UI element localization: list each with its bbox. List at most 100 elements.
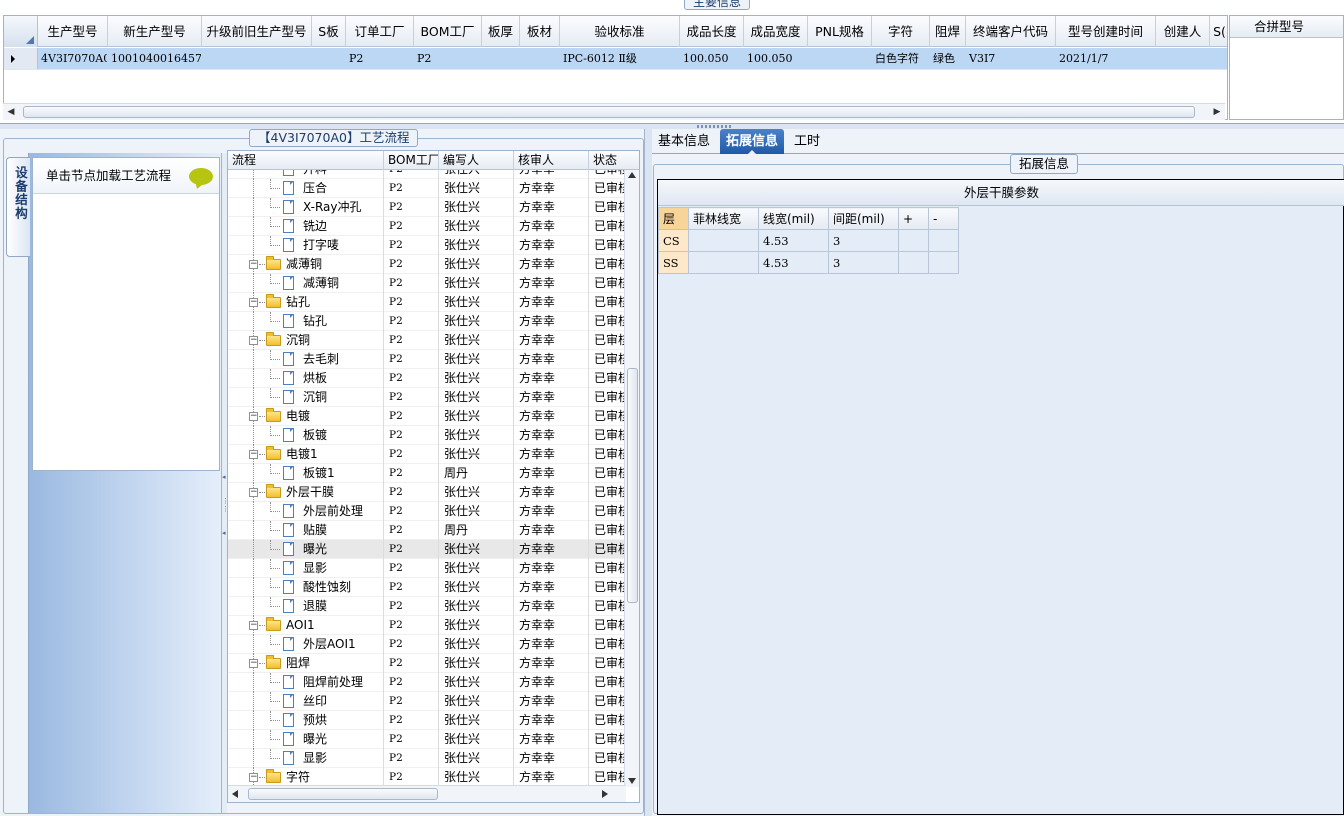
col-header-board-material[interactable]: 板材 [520,16,560,47]
cell-create-time[interactable]: 2021/1/7 [1056,48,1156,70]
film-remove-button[interactable]: - [928,207,959,230]
cell-prod-model[interactable]: 4V3I7070A0 [38,48,108,70]
cell-s-col[interactable] [1210,48,1227,70]
tree-node-cell[interactable]: 去毛刺 [228,350,384,369]
tree-node-cell[interactable]: 曝光 [228,730,384,749]
tree-step-row[interactable]: 外层前处理 P2张仕兴方幸幸已审核 [228,502,626,521]
col-header-order-factory[interactable]: 订单工厂 [346,16,414,47]
col-header-customer-code[interactable]: 终端客户代码 [966,16,1056,47]
tree-folder-row[interactable]: − 钻孔 P2张仕兴方幸幸已审核 [228,293,626,312]
col-header-board-thickness[interactable]: 板厚 [482,16,520,47]
tab-device-structure[interactable]: 设备结构 [6,157,30,257]
tree-node-cell[interactable]: 板镀1 [228,464,384,483]
tree-node-cell[interactable]: 显影 [228,559,384,578]
collapse-icon[interactable]: − [249,336,258,345]
tree-step-row[interactable]: 沉铜 P2张仕兴方幸幸已审核 [228,388,626,407]
add-cell[interactable] [898,251,929,274]
node-hint-header[interactable]: 单击节点加载工艺流程 [33,158,219,194]
cell-solder-mask[interactable]: 绿色 [930,48,966,70]
tree-step-row[interactable]: 板镀 P2张仕兴方幸幸已审核 [228,426,626,445]
col-header-acceptance-std[interactable]: 验收标准 [560,16,680,47]
spacing-cell[interactable]: 3 [828,251,899,274]
cell-creator[interactable] [1156,48,1210,70]
col-header-new-prod-model[interactable]: 新生产型号 [108,16,202,47]
tree-step-row[interactable]: 压合 P2张仕兴方幸幸已审核 [228,179,626,198]
col-header-product-length[interactable]: 成品长度 [680,16,744,47]
table-row[interactable]: SS 4.53 3 [658,251,959,274]
tree-folder-row[interactable]: − AOI1 P2张仕兴方幸幸已审核 [228,616,626,635]
process-tree-grid[interactable]: 流程 BOM工厂 编写人 核审人 状态 开料P2张仕兴方幸幸已审核压合P2张仕兴… [227,150,640,803]
tree-step-row[interactable]: 烘板 P2张仕兴方幸幸已审核 [228,369,626,388]
tree-node-cell[interactable]: 压合 [228,179,384,198]
film-width-cell[interactable] [688,251,759,274]
tree-node-cell[interactable]: − 外层干膜 [228,483,384,502]
tree-step-row[interactable]: 板镀1 P2周丹方幸幸已审核 [228,464,626,483]
col-header-creator[interactable]: 创建人 [1156,16,1210,47]
cell-bom-factory[interactable]: P2 [414,48,482,70]
vertical-splitter[interactable] [644,129,652,816]
tree-node-cell[interactable]: 开料 [228,170,384,179]
tree-step-row[interactable]: 曝光 P2张仕兴方幸幸已审核 [228,730,626,749]
col-header-solder-mask[interactable]: 阻焊 [930,16,966,47]
tree-node-cell[interactable]: − 沉铜 [228,331,384,350]
scroll-down-icon[interactable] [628,778,636,784]
tree-node-cell[interactable]: 钻孔 [228,312,384,331]
row-selector-icon[interactable] [4,48,38,69]
tree-node-cell[interactable]: − 阻焊 [228,654,384,673]
col-header-bom-factory[interactable]: BOM工厂 [414,16,482,47]
tree-node-cell[interactable]: 退膜 [228,597,384,616]
tree-step-row[interactable]: 显影 P2张仕兴方幸幸已审核 [228,749,626,768]
tree-header-bom[interactable]: BOM工厂 [384,151,439,170]
tree-folder-row[interactable]: − 沉铜 P2张仕兴方幸幸已审核 [228,331,626,350]
tree-step-row[interactable]: 铣边 P2张仕兴方幸幸已审核 [228,217,626,236]
table-row[interactable]: CS 4.53 3 [658,229,959,252]
col-header-old-prod-model[interactable]: 升级前旧生产型号 [202,16,312,47]
scroll-right-icon[interactable] [602,790,608,798]
tree-node-cell[interactable]: − AOI1 [228,616,384,635]
tree-vertical-scrollbar[interactable] [624,170,639,787]
tree-step-row[interactable]: 打字唛 P2张仕兴方幸幸已审核 [228,236,626,255]
cell-pnl-spec[interactable] [808,48,872,70]
cell-board-material[interactable] [520,48,560,70]
tree-node-cell[interactable]: 曝光 [228,540,384,559]
tree-node-cell[interactable]: 外层前处理 [228,502,384,521]
scroll-right-icon[interactable]: ▶ [1211,106,1223,118]
collapse-icon[interactable]: − [249,659,258,668]
line-width-cell[interactable]: 4.53 [758,229,829,252]
node-hint-box[interactable]: 单击节点加载工艺流程 [32,157,220,471]
col-header-s-board[interactable]: S板 [312,16,346,47]
tree-node-cell[interactable]: 沉铜 [228,388,384,407]
tree-step-row[interactable]: X-Ray冲孔 P2张仕兴方幸幸已审核 [228,198,626,217]
tree-node-cell[interactable]: 减薄铜 [228,274,384,293]
tree-node-cell[interactable]: 预烘 [228,711,384,730]
tree-folder-row[interactable]: − 电镀1 P2张仕兴方幸幸已审核 [228,445,626,464]
tree-node-cell[interactable]: 显影 [228,749,384,768]
collapse-icon[interactable]: − [249,450,258,459]
tree-header-writer[interactable]: 编写人 [439,151,514,170]
cell-customer-code[interactable]: V3I7 [966,48,1056,70]
tree-node-cell[interactable]: 打字唛 [228,236,384,255]
film-params-table[interactable]: 层菲林线宽 线宽(mil) 间距(mil) + - CS 4.53 3 SS 4.53 3 [658,207,959,274]
col-header-create-time[interactable]: 型号创建时间 [1056,16,1156,47]
spacing-cell[interactable]: 3 [828,229,899,252]
tree-folder-row[interactable]: − 减薄铜 P2张仕兴方幸幸已审核 [228,255,626,274]
collapse-icon[interactable]: − [249,621,258,630]
cell-board-thickness[interactable] [482,48,520,70]
remove-cell[interactable] [928,229,959,252]
tree-node-cell[interactable]: 酸性蚀刻 [228,578,384,597]
tree-vscroll-thumb[interactable] [627,368,638,603]
tree-step-row[interactable]: 减薄铜 P2张仕兴方幸幸已审核 [228,274,626,293]
tree-node-cell[interactable]: − 钻孔 [228,293,384,312]
tree-folder-row[interactable]: − 阻焊 P2张仕兴方幸幸已审核 [228,654,626,673]
remove-cell[interactable] [928,251,959,274]
tree-step-row[interactable]: 钻孔 P2张仕兴方幸幸已审核 [228,312,626,331]
cell-character[interactable]: 白色字符 [872,48,930,70]
tree-node-cell[interactable]: 阻焊前处理 [228,673,384,692]
tree-hscroll-thumb[interactable] [248,788,438,800]
grid-horizontal-scrollbar[interactable]: ◀ ▶ [3,103,1225,120]
tree-step-row[interactable]: 外层AOI1 P2张仕兴方幸幸已审核 [228,635,626,654]
scroll-thumb[interactable] [23,106,1195,118]
add-cell[interactable] [898,229,929,252]
tree-node-cell[interactable]: − 电镀 [228,407,384,426]
tree-step-row[interactable]: 贴膜 P2周丹方幸幸已审核 [228,521,626,540]
